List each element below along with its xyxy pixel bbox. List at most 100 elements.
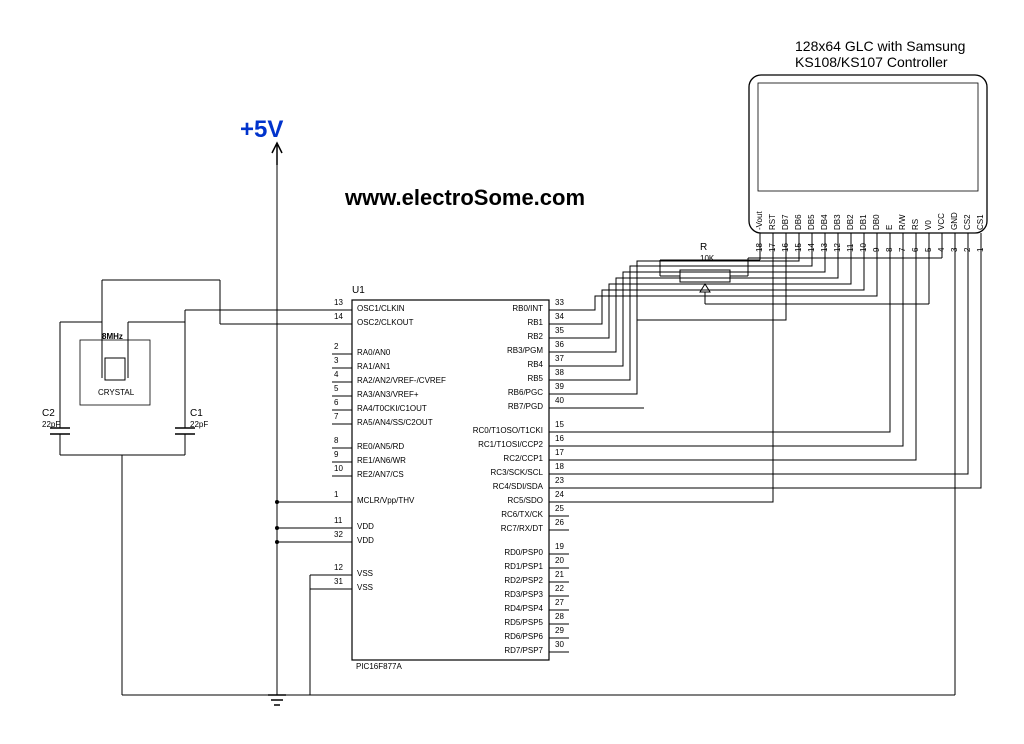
lcd-pin-num: 1 bbox=[976, 236, 985, 252]
lcd-pin-name: DB1 bbox=[859, 196, 868, 230]
pin-num: 17 bbox=[555, 448, 564, 457]
pin-num: 37 bbox=[555, 354, 564, 363]
lcd-pin-num: 17 bbox=[768, 236, 777, 252]
lcd-pin-num: 11 bbox=[846, 236, 855, 252]
pin-num: 7 bbox=[334, 412, 338, 421]
lcd-pin-name: DB2 bbox=[846, 196, 855, 230]
lcd-pin-name: CS1 bbox=[976, 196, 985, 230]
lcd-pin-num: 16 bbox=[781, 236, 790, 252]
lcd-pin-name: DB7 bbox=[781, 196, 790, 230]
pin-num: 5 bbox=[334, 384, 338, 393]
pin-num: 15 bbox=[555, 420, 564, 429]
pin-name: RB1 bbox=[463, 318, 543, 327]
pin-num: 2 bbox=[334, 342, 338, 351]
pin-num: 33 bbox=[555, 298, 564, 307]
pin-num: 6 bbox=[334, 398, 338, 407]
pin-name: VDD bbox=[357, 536, 374, 545]
pin-num: 26 bbox=[555, 518, 564, 527]
pin-name: RA4/T0CKI/C1OUT bbox=[357, 404, 427, 413]
pin-num: 38 bbox=[555, 368, 564, 377]
pin-num: 34 bbox=[555, 312, 564, 321]
pin-name: RB0/INT bbox=[463, 304, 543, 313]
lcd-pin-num: 4 bbox=[937, 236, 946, 252]
pin-num: 23 bbox=[555, 476, 564, 485]
lcd-pin-num: 12 bbox=[833, 236, 842, 252]
pin-name: RC7/RX/DT bbox=[463, 524, 543, 533]
lcd-pin-num: 13 bbox=[820, 236, 829, 252]
pin-name: RD2/PSP2 bbox=[463, 576, 543, 585]
lcd-pin-name: DB4 bbox=[820, 196, 829, 230]
pin-name: RA0/AN0 bbox=[357, 348, 390, 357]
lcd-title-2: KS108/KS107 Controller bbox=[795, 54, 948, 70]
pin-name: RE2/AN7/CS bbox=[357, 470, 404, 479]
c1-val: 22pF bbox=[190, 420, 208, 429]
pin-name: RD5/PSP5 bbox=[463, 618, 543, 627]
pin-num: 27 bbox=[555, 598, 564, 607]
pin-name: RC5/SDO bbox=[463, 496, 543, 505]
pin-name: RC0/T1OSO/T1CKI bbox=[463, 426, 543, 435]
crystal-freq: 8MHz bbox=[102, 332, 123, 341]
crystal-label: CRYSTAL bbox=[98, 388, 134, 397]
pin-name: RC3/SCK/SCL bbox=[463, 468, 543, 477]
pin-name: RD6/PSP6 bbox=[463, 632, 543, 641]
c2-name: C2 bbox=[42, 408, 55, 419]
pin-name: RB2 bbox=[463, 332, 543, 341]
lcd-pin-num: 6 bbox=[911, 236, 920, 252]
pin-name: RA2/AN2/VREF-/CVREF bbox=[357, 376, 446, 385]
mcu-ref: U1 bbox=[352, 285, 365, 296]
pin-num: 16 bbox=[555, 434, 564, 443]
lcd-pin-num: 18 bbox=[755, 236, 764, 252]
pin-num: 10 bbox=[334, 464, 343, 473]
pin-name: RA3/AN3/VREF+ bbox=[357, 390, 419, 399]
pin-name: RD4/PSP4 bbox=[463, 604, 543, 613]
lcd-pin-num: 15 bbox=[794, 236, 803, 252]
pin-name: RD1/PSP1 bbox=[463, 562, 543, 571]
mcu-part: PIC16F877A bbox=[356, 662, 402, 671]
pin-num: 21 bbox=[555, 570, 564, 579]
lcd-pin-num: 5 bbox=[924, 236, 933, 252]
pin-name: RB4 bbox=[463, 360, 543, 369]
lcd-pin-num: 3 bbox=[950, 236, 959, 252]
pin-name: VSS bbox=[357, 569, 373, 578]
pin-name: VSS bbox=[357, 583, 373, 592]
lcd-pin-name: DB0 bbox=[872, 196, 881, 230]
pin-name: RB6/PGC bbox=[463, 388, 543, 397]
pin-num: 25 bbox=[555, 504, 564, 513]
pin-name: RB5 bbox=[463, 374, 543, 383]
pin-name: RB3/PGM bbox=[463, 346, 543, 355]
lcd-pin-name: -Vout bbox=[755, 196, 764, 230]
pin-num: 35 bbox=[555, 326, 564, 335]
pin-name: RD7/PSP7 bbox=[463, 646, 543, 655]
pin-num: 30 bbox=[555, 640, 564, 649]
lcd-pin-name: CS2 bbox=[963, 196, 972, 230]
pin-num: 24 bbox=[555, 490, 564, 499]
pin-num: 19 bbox=[555, 542, 564, 551]
lcd-pin-name: DB5 bbox=[807, 196, 816, 230]
lcd-pin-num: 2 bbox=[963, 236, 972, 252]
pin-num: 28 bbox=[555, 612, 564, 621]
pin-name: RC1/T1OSI/CCP2 bbox=[463, 440, 543, 449]
pin-name: RD3/PSP3 bbox=[463, 590, 543, 599]
pin-num: 11 bbox=[334, 516, 342, 525]
lcd-pin-num: 8 bbox=[885, 236, 894, 252]
lcd-pin-name: VCC bbox=[937, 196, 946, 230]
lcd-pin-name: GND bbox=[950, 196, 959, 230]
pin-num: 32 bbox=[334, 530, 343, 539]
pin-num: 4 bbox=[334, 370, 338, 379]
pin-num: 8 bbox=[334, 436, 338, 445]
pin-name: RE0/AN5/RD bbox=[357, 442, 404, 451]
pin-name: OSC1/CLKIN bbox=[357, 304, 405, 313]
pin-num: 9 bbox=[334, 450, 338, 459]
lcd-pin-name: DB3 bbox=[833, 196, 842, 230]
lcd-pin-num: 7 bbox=[898, 236, 907, 252]
pin-num: 39 bbox=[555, 382, 564, 391]
lcd-pin-name: RS bbox=[911, 196, 920, 230]
power-label: +5V bbox=[240, 116, 283, 144]
lcd-pin-num: 14 bbox=[807, 236, 816, 252]
pin-num: 40 bbox=[555, 396, 564, 405]
r-name: R bbox=[700, 242, 707, 253]
pin-name: RD0/PSP0 bbox=[463, 548, 543, 557]
pin-name: VDD bbox=[357, 522, 374, 531]
pin-num: 3 bbox=[334, 356, 338, 365]
lcd-pin-name: E bbox=[885, 196, 894, 230]
